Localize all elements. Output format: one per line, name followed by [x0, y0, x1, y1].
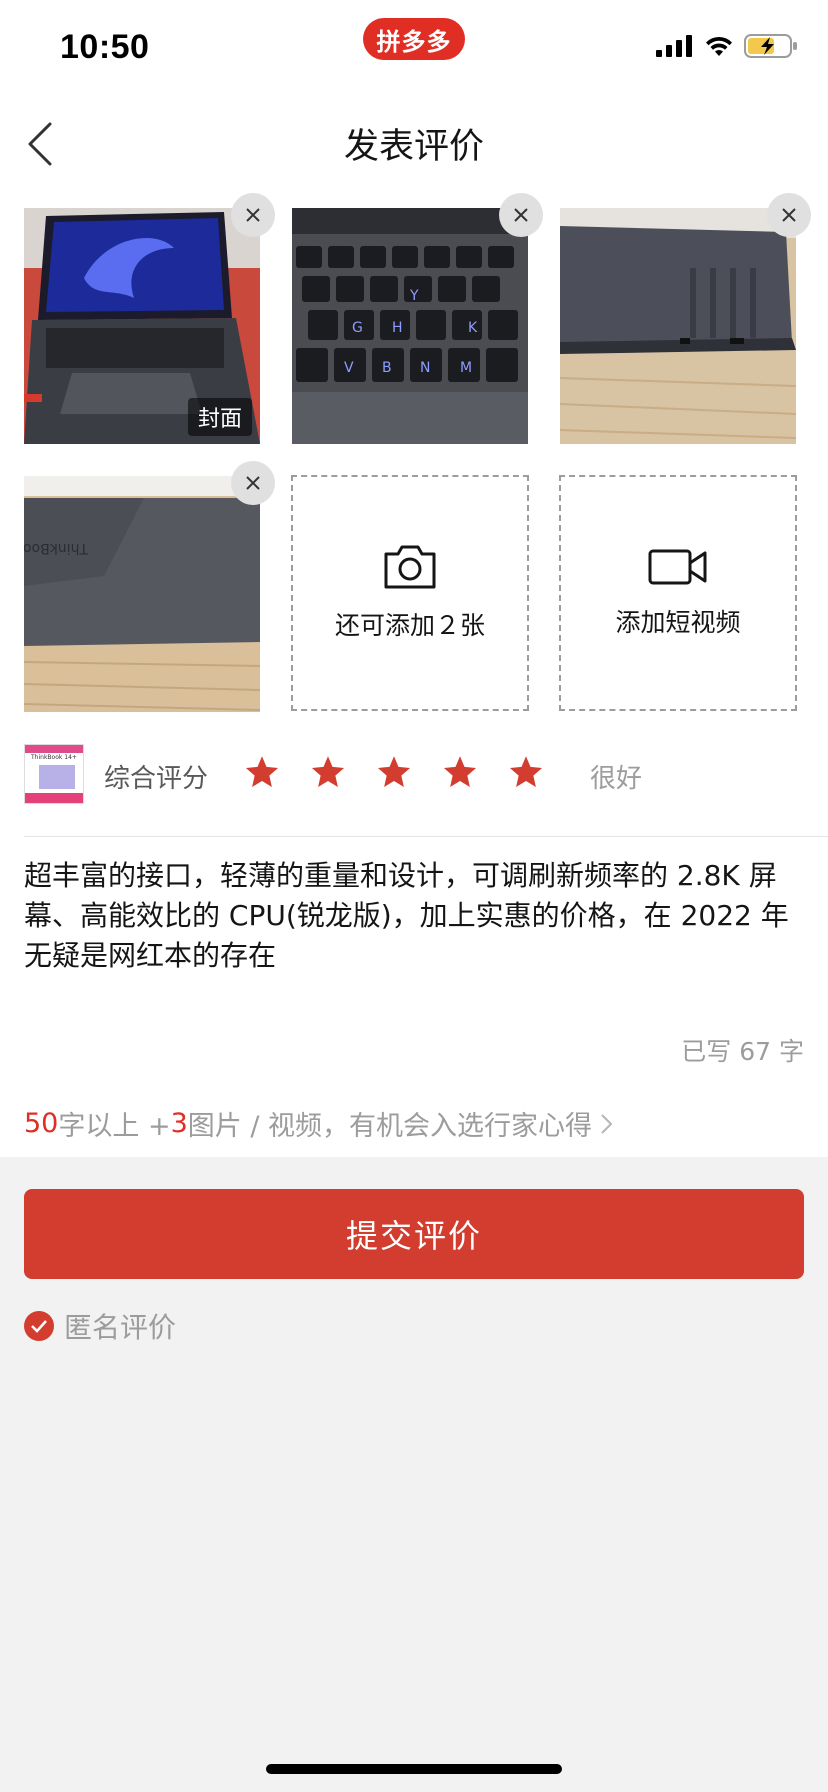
- wifi-icon: [706, 36, 732, 56]
- nav-bar: 发表评价: [0, 96, 828, 192]
- svg-text:B: B: [382, 360, 392, 376]
- status-bar: 10:50 拼多多: [0, 0, 828, 96]
- close-icon: [782, 208, 796, 222]
- signal-icon: [656, 35, 692, 57]
- svg-text:N: N: [420, 360, 430, 376]
- delete-photo-button[interactable]: [767, 193, 811, 237]
- photo-laptop-lid: ThinkBook: [24, 476, 260, 712]
- photo-thumb[interactable]: ThinkBook: [24, 461, 275, 712]
- divider: [24, 836, 828, 837]
- page-title: 发表评价: [343, 127, 484, 167]
- star-icon[interactable]: [244, 754, 280, 790]
- svg-text:M: M: [460, 360, 472, 376]
- svg-text:K: K: [468, 320, 478, 336]
- delete-photo-button[interactable]: [499, 193, 543, 237]
- close-icon: [514, 208, 528, 222]
- star-icon[interactable]: [508, 754, 544, 790]
- photo-thumb[interactable]: [560, 193, 811, 444]
- star-icon[interactable]: [310, 754, 346, 790]
- tip-text-2: 图片 / 视频，有机会入选行家心得: [187, 1111, 593, 1142]
- svg-text:H: H: [392, 320, 403, 336]
- add-photo-label: 还可添加２张: [334, 611, 485, 640]
- app-badge: 拼多多: [363, 18, 465, 60]
- close-icon: [246, 476, 260, 490]
- anonymous-label: 匿名评价: [64, 1311, 177, 1344]
- cover-badge: 封面: [187, 398, 252, 436]
- rating-label: 综合评分: [104, 764, 209, 794]
- delete-photo-button[interactable]: [231, 193, 275, 237]
- status-icons: [656, 34, 798, 58]
- anonymous-toggle[interactable]: 匿名评价: [24, 1306, 176, 1346]
- add-video-button[interactable]: 添加短视频: [559, 475, 797, 711]
- photo-laptop-bottom: [560, 208, 796, 444]
- product-thumbnail: ThinkBook 14+: [24, 744, 84, 804]
- review-textarea[interactable]: 超丰富的接口，轻薄的重量和设计，可调刷新频率的 2.8K 屏幕、高能效比的 CP…: [24, 856, 804, 976]
- tip-text-1: 字以上 +: [58, 1111, 171, 1142]
- word-count: 已写 67 字: [681, 1037, 804, 1066]
- status-time: 10:50: [60, 28, 150, 66]
- tip-number-words: 50: [24, 1108, 59, 1139]
- close-icon: [246, 208, 260, 222]
- svg-text:G: G: [352, 320, 363, 336]
- svg-text:ThinkBook: ThinkBook: [24, 540, 89, 556]
- tip-number-media: 3: [170, 1108, 188, 1139]
- star-icon[interactable]: [376, 754, 412, 790]
- photo-keyboard: Y G H K V B N M: [292, 208, 528, 444]
- home-indicator: [266, 1764, 562, 1774]
- photo-thumb[interactable]: Y G H K V B N M: [292, 193, 543, 444]
- star-icon[interactable]: [442, 754, 478, 790]
- add-video-label: 添加短视频: [615, 608, 741, 637]
- submit-review-button[interactable]: 提交评价: [24, 1189, 804, 1279]
- add-photo-button[interactable]: 还可添加２张: [291, 475, 529, 711]
- video-camera-icon: [648, 549, 707, 585]
- delete-photo-button[interactable]: [231, 461, 275, 505]
- chevron-right-icon: [601, 1113, 613, 1134]
- svg-text:ThinkBook 14+: ThinkBook 14+: [30, 754, 77, 761]
- svg-text:V: V: [344, 360, 354, 376]
- svg-text:Y: Y: [409, 288, 419, 304]
- camera-icon: [384, 545, 436, 589]
- expert-tip-link[interactable]: 50 字以上 + 3 图片 / 视频，有机会入选行家心得: [24, 1104, 616, 1143]
- rating-row: ThinkBook 14+ 综合评分 很好: [24, 744, 804, 806]
- star-rating[interactable]: [244, 754, 544, 790]
- rating-text: 很好: [590, 764, 643, 794]
- battery-icon: [744, 34, 797, 58]
- checkmark-icon: [24, 1311, 54, 1341]
- photo-thumb[interactable]: 封面: [24, 193, 275, 444]
